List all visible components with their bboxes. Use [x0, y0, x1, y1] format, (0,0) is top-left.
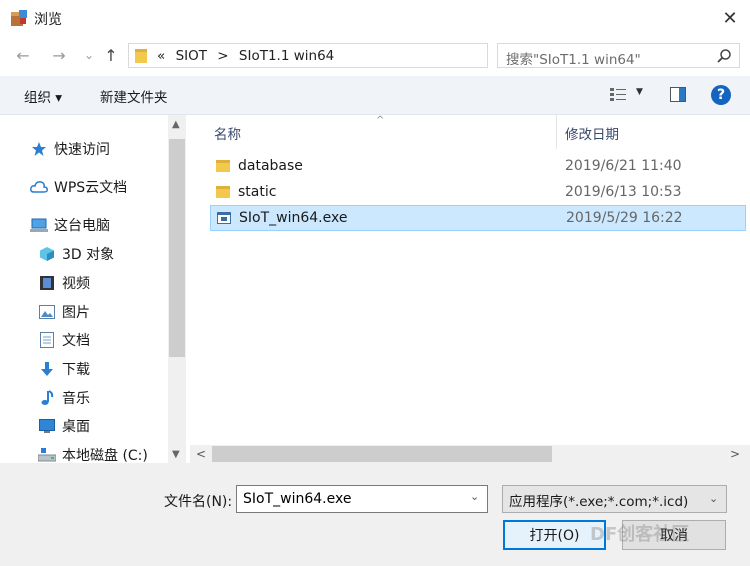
- search-icon[interactable]: [716, 48, 732, 64]
- nav-item-label: 下载: [62, 362, 90, 378]
- address-bar[interactable]: « SIOT > SIoT1.1 win64 ↻: [128, 43, 610, 68]
- up-button[interactable]: ↑: [100, 44, 122, 66]
- breadcrumb-item-siot[interactable]: SIOT: [176, 48, 207, 64]
- cloud-icon: [30, 178, 48, 196]
- app-icon: [11, 10, 27, 26]
- executable-icon: [217, 212, 231, 224]
- recent-locations-button[interactable]: ⌄: [78, 44, 100, 66]
- file-name: database: [238, 158, 303, 174]
- view-dropdown-icon[interactable]: ▼: [636, 87, 643, 97]
- music-icon: [38, 389, 56, 407]
- file-row-database[interactable]: database 2019/6/21 11:40: [210, 155, 746, 179]
- nav-item-wps-cloud[interactable]: WPS云文档: [30, 177, 127, 197]
- scroll-down-icon[interactable]: ▼: [172, 449, 180, 460]
- command-bar: 组织 ▾ 新建文件夹 ▼ ?: [0, 76, 750, 115]
- preview-pane-icon[interactable]: [670, 87, 686, 102]
- breadcrumb: « SIOT > SIoT1.1 win64: [157, 48, 340, 64]
- scroll-up-icon[interactable]: ▲: [172, 119, 180, 130]
- video-icon: [38, 274, 56, 292]
- nav-item-pictures[interactable]: 图片: [38, 302, 90, 322]
- search-box[interactable]: 搜索"SIoT1.1 win64": [497, 43, 740, 68]
- close-button[interactable]: ✕: [714, 3, 746, 33]
- nav-item-desktop[interactable]: 桌面: [38, 416, 90, 436]
- watermark: DF创客社区: [590, 524, 690, 545]
- dialog-footer: 文件名(N): ⌄ 应用程序(*.exe;*.com;*.icd) ⌄ 打开(O…: [0, 463, 750, 566]
- nav-item-label: 这台电脑: [54, 218, 110, 234]
- drive-icon: [38, 446, 56, 463]
- file-name: static: [238, 184, 277, 200]
- filename-input[interactable]: [236, 485, 488, 513]
- nav-item-label: WPS云文档: [54, 180, 128, 196]
- scrollbar-thumb[interactable]: [212, 446, 552, 462]
- star-icon: [30, 140, 48, 158]
- search-input[interactable]: 搜索"SIoT1.1 win64": [506, 48, 641, 68]
- chevron-down-icon[interactable]: ⌄: [470, 490, 479, 503]
- filename-label: 文件名(N):: [164, 494, 233, 510]
- nav-item-3d-objects[interactable]: 3D 对象: [38, 244, 114, 264]
- folder-icon: [216, 160, 230, 172]
- nav-item-this-pc[interactable]: 这台电脑: [30, 215, 110, 235]
- nav-item-music[interactable]: 音乐: [38, 388, 90, 408]
- navigation-pane: 快速访问 WPS云文档 这台电脑 3D 对象 视频 图片 文档 下载 音乐 桌面…: [0, 115, 186, 463]
- download-icon: [38, 360, 56, 378]
- window-title: 浏览: [34, 12, 62, 28]
- scroll-right-icon[interactable]: >: [730, 447, 740, 461]
- close-icon: ✕: [722, 7, 738, 29]
- organize-menu-button[interactable]: 组织 ▾: [24, 86, 62, 106]
- breadcrumb-item-current[interactable]: SIoT1.1 win64: [239, 48, 334, 64]
- desktop-icon: [38, 417, 56, 435]
- navigation-pane-scrollbar[interactable]: ▲ ▼: [168, 115, 186, 463]
- picture-icon: [38, 303, 56, 321]
- scroll-left-icon[interactable]: <: [196, 447, 206, 461]
- breadcrumb-separator[interactable]: >: [217, 48, 228, 64]
- file-row-static[interactable]: static 2019/6/13 10:53: [210, 181, 746, 205]
- computer-icon: [30, 216, 48, 234]
- back-button[interactable]: ←: [12, 44, 34, 66]
- chevron-down-icon: ⌄: [83, 48, 95, 62]
- nav-item-quick-access[interactable]: 快速访问: [30, 139, 110, 159]
- nav-item-label: 快速访问: [54, 142, 110, 158]
- file-name: SIoT_win64.exe: [239, 210, 348, 226]
- nav-item-label: 视频: [62, 276, 90, 292]
- nav-item-label: 图片: [62, 305, 90, 321]
- cube-icon: [38, 245, 56, 263]
- nav-item-documents[interactable]: 文档: [38, 330, 90, 350]
- file-date: 2019/6/21 11:40: [565, 158, 682, 174]
- column-divider[interactable]: [556, 115, 557, 149]
- breadcrumb-overflow[interactable]: «: [157, 48, 165, 64]
- folder-icon: [135, 49, 147, 63]
- nav-item-label: 文档: [62, 333, 90, 349]
- file-list: ^ 名称 修改日期 database 2019/6/21 11:40 stati…: [190, 115, 750, 445]
- nav-item-label: 3D 对象: [62, 247, 115, 263]
- view-options-icon[interactable]: [610, 87, 626, 102]
- file-type-select[interactable]: 应用程序(*.exe;*.com;*.icd) ⌄: [502, 485, 727, 513]
- new-folder-button[interactable]: 新建文件夹: [100, 86, 168, 106]
- forward-button[interactable]: →: [48, 44, 70, 66]
- help-icon[interactable]: ?: [711, 85, 731, 105]
- title-bar: 浏览 ✕: [0, 0, 750, 36]
- up-arrow-icon: ↑: [104, 45, 118, 65]
- file-date: 2019/5/29 16:22: [566, 210, 683, 226]
- chevron-down-icon: ⌄: [709, 492, 719, 505]
- document-icon: [38, 331, 56, 349]
- folder-icon: [216, 186, 230, 198]
- nav-item-local-disk-c[interactable]: 本地磁盘 (C:): [38, 445, 148, 463]
- file-date: 2019/6/13 10:53: [565, 184, 682, 200]
- horizontal-scrollbar[interactable]: < >: [190, 445, 750, 463]
- sort-ascending-icon: ^: [376, 115, 385, 126]
- nav-item-label: 桌面: [62, 419, 90, 435]
- forward-arrow-icon: →: [52, 45, 66, 65]
- nav-item-downloads[interactable]: 下载: [38, 359, 90, 379]
- scrollbar-thumb[interactable]: [169, 139, 185, 357]
- nav-item-label: 音乐: [62, 391, 90, 407]
- file-row-siot-exe[interactable]: SIoT_win64.exe 2019/5/29 16:22: [210, 205, 746, 231]
- nav-item-label: 本地磁盘 (C:): [62, 448, 148, 463]
- file-type-value: 应用程序(*.exe;*.com;*.icd): [509, 494, 689, 510]
- column-header-date-modified[interactable]: 修改日期: [565, 123, 619, 143]
- back-arrow-icon: ←: [16, 45, 30, 65]
- column-header-name[interactable]: 名称: [214, 123, 241, 143]
- nav-item-videos[interactable]: 视频: [38, 273, 90, 293]
